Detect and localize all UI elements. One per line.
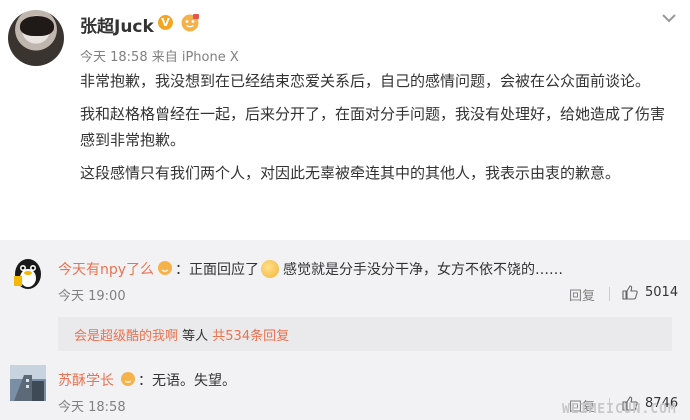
comment-text: ：无语。失望。 <box>138 373 236 389</box>
emoji-icon <box>261 260 279 278</box>
weibo-post: 张超Juck V 今天 18:58 来自 iPhone X 非常抱歉，我没想到在… <box>0 0 690 240</box>
post-meta: 今天 18:58 来自 iPhone X <box>80 50 239 65</box>
reply-summary-mid: 等人 <box>178 329 213 344</box>
commenter-avatar-building[interactable] <box>10 365 46 401</box>
comment-time: 今天 18:58 <box>58 400 126 415</box>
post-body: 非常抱歉，我没想到在已经结束恋爱关系后，自己的感情问题，会被在公众面前谈论。 我… <box>80 68 670 193</box>
commenter-avatar-penguin[interactable] <box>10 254 46 290</box>
comment-username[interactable]: 今天有npy了么 <box>58 259 154 279</box>
thumbs-up-icon[interactable] <box>622 285 638 300</box>
post-paragraph: 非常抱歉，我没想到在已经结束恋爱关系后，自己的感情问题，会被在公众面前谈论。 <box>80 72 651 90</box>
post-paragraph: 我和赵格格曾经在一起，后来分开了，在面对分手问题，我没有处理好，给她造成了伤害感… <box>80 105 666 149</box>
reply-summary-count[interactable]: 共534条回复 <box>212 329 289 344</box>
comment-time: 今天 19:00 <box>58 289 126 304</box>
watermark: WEIMEICUN.COM <box>562 402 677 417</box>
verified-v-icon: V <box>158 15 173 30</box>
level-badge-icon <box>181 14 199 32</box>
comment-text-continued: 感觉就是分手没分干净，女方不依不饶的…… <box>283 262 563 278</box>
reply-button[interactable]: 回复 <box>569 285 595 304</box>
reply-summary-box[interactable]: 会是超级酷的我啊 等人 共534条回复 <box>58 317 672 351</box>
level-badge-icon <box>121 372 135 386</box>
post-paragraph: 这段感情只有我们两个人，对因此无辜被牵连其中的其他人，我表示由衷的歉意。 <box>80 164 621 182</box>
level-badge-icon <box>158 261 172 275</box>
like-count: 5014 <box>645 285 679 300</box>
comment-text: ：正面回应了 <box>175 262 259 278</box>
chevron-down-icon[interactable] <box>661 12 677 24</box>
comment-username[interactable]: 苏酥学长 <box>58 370 114 390</box>
author-avatar[interactable] <box>8 10 64 66</box>
divider <box>609 287 610 301</box>
reply-summary-user[interactable]: 会是超级酷的我啊 <box>74 329 178 344</box>
reply-summary: 会是超级酷的我啊 等人 共534条回复 <box>74 325 289 344</box>
author-name[interactable]: 张超Juck <box>80 12 154 37</box>
